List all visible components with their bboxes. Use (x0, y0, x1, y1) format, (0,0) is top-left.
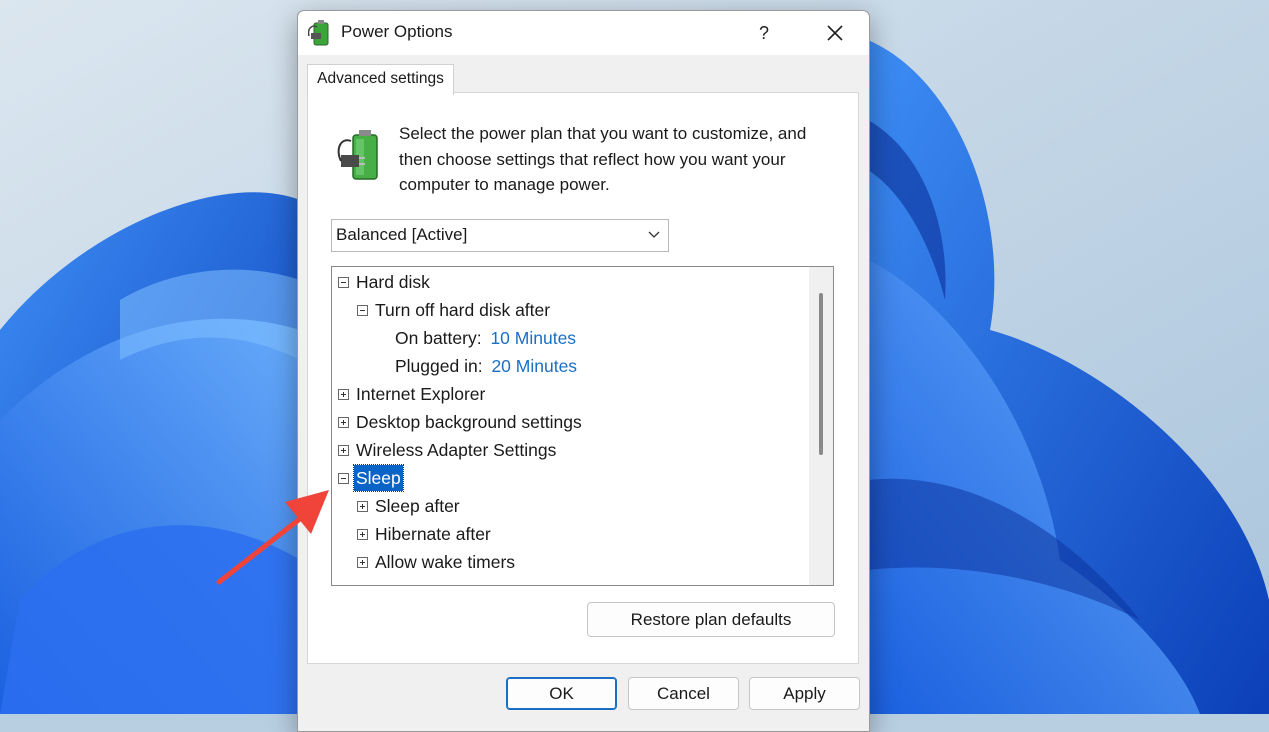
close-icon (827, 25, 843, 41)
tree-label: Plugged in: (395, 356, 483, 376)
power-options-icon (308, 20, 329, 46)
power-plan-value: Balanced [Active] (336, 225, 468, 244)
tree-label: On battery: (395, 328, 482, 348)
expand-icon[interactable] (357, 501, 368, 512)
apply-button[interactable]: Apply (749, 677, 860, 710)
battery-plug-icon (337, 130, 378, 180)
chevron-down-icon (648, 231, 660, 238)
annotation-arrow (216, 490, 329, 585)
power-options-dialog: Power Options ? Advanced settings Select… (297, 10, 870, 732)
tree-label: Desktop background settings (356, 412, 582, 432)
tree-label: Sleep after (375, 496, 460, 516)
tree-label: Internet Explorer (356, 384, 486, 404)
expand-icon[interactable] (338, 445, 349, 456)
collapse-icon[interactable] (357, 305, 368, 316)
on-battery-value[interactable]: 10 Minutes (490, 328, 576, 348)
title-bar[interactable]: Power Options ? (298, 11, 869, 55)
advanced-settings-panel: Select the power plan that you want to c… (307, 92, 859, 664)
tree-label: Allow wake timers (375, 552, 516, 572)
settings-tree[interactable]: Hard disk Turn off hard disk after On ba… (331, 266, 834, 586)
tree-row-plugged-in[interactable]: Plugged in: 20 Minutes (395, 353, 577, 379)
help-button[interactable]: ? (744, 16, 784, 50)
description-text: Select the power plan that you want to c… (399, 124, 807, 194)
ok-button[interactable]: OK (506, 677, 617, 710)
expand-icon[interactable] (338, 417, 349, 428)
tree-label: Hibernate after (375, 524, 491, 544)
tree-label: Hard disk (356, 272, 430, 292)
close-button[interactable] (813, 16, 857, 50)
expand-icon[interactable] (338, 389, 349, 400)
tree-row-on-battery[interactable]: On battery: 10 Minutes (395, 325, 576, 351)
power-plan-select[interactable]: Balanced [Active] (331, 219, 669, 252)
tree-scrollbar[interactable] (809, 267, 833, 585)
tree-label-selected: Sleep (353, 464, 404, 492)
expand-icon[interactable] (357, 529, 368, 540)
plugged-in-value[interactable]: 20 Minutes (491, 356, 577, 376)
collapse-icon[interactable] (338, 277, 349, 288)
restore-plan-defaults-button[interactable]: Restore plan defaults (587, 602, 835, 637)
window-title: Power Options (341, 22, 453, 41)
tree-label: Wireless Adapter Settings (356, 440, 557, 460)
tree-label: Turn off hard disk after (375, 300, 551, 320)
scrollbar-thumb[interactable] (819, 293, 823, 455)
tab-advanced-settings[interactable]: Advanced settings (307, 64, 454, 95)
expand-icon[interactable] (357, 557, 368, 568)
cancel-button[interactable]: Cancel (628, 677, 739, 710)
